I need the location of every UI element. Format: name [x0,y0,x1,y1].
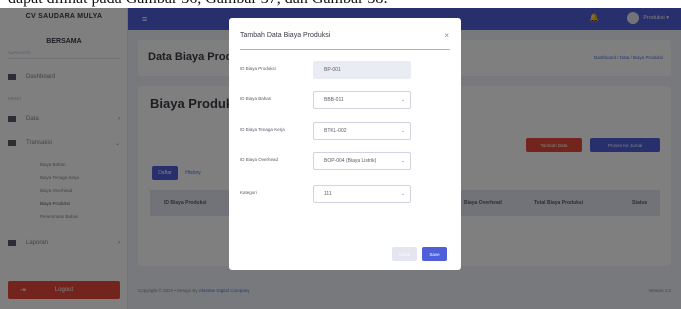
chevron-down-icon: ⌄ [400,97,405,103]
chevron-down-icon: ⌄ [400,128,405,134]
modal-header-divider [240,49,450,50]
save-button-label: Save [429,251,440,257]
chevron-down-icon: ⌄ [400,158,405,164]
field-id-biaya-produksi: ID Biaya Produksi BP-001 [240,61,450,79]
select-value: BTKL-002 [324,128,347,134]
field-label: ID Biaya Tenaga Kerja [240,127,285,132]
select-value: BBB-011 [324,97,344,103]
save-button[interactable]: Save [422,247,447,261]
field-id-biaya-overhead: ID Biaya Overhead BOP-004 (Biaya Listrik… [240,152,450,170]
id-biaya-overhead-select[interactable]: BOP-004 (Biaya Listrik) ⌄ [313,152,411,170]
modal-title: Tambah Data Biaya Produksi [240,32,331,39]
field-label: Kategori [240,190,257,195]
field-id-biaya-tenaga-kerja: ID Biaya Tenaga Kerja BTKL-002 ⌄ [240,122,450,140]
close-button-label: Close [398,251,411,257]
field-label: ID Biaya Produksi [240,66,276,71]
id-biaya-tenaga-kerja-select[interactable]: BTKL-002 ⌄ [313,122,411,140]
select-value: 111 [324,191,332,197]
caption-text: dapat dilihat pada Gambar 36, Gambar 37,… [8,0,388,8]
field-id-biaya-bahan: ID Biaya Bahan BBB-011 ⌄ [240,91,450,109]
add-production-cost-modal: Tambah Data Biaya Produksi × ID Biaya Pr… [229,18,461,270]
close-icon[interactable]: × [444,31,449,40]
field-label: ID Biaya Bahan [240,96,272,101]
document-caption: dapat dilihat pada Gambar 36, Gambar 37,… [0,0,681,8]
select-value: BOP-004 (Biaya Listrik) [324,158,377,164]
field-kategori: Kategori 111 ⌄ [240,185,450,203]
chevron-down-icon: ⌄ [400,191,405,197]
id-biaya-produksi-input[interactable]: BP-001 [313,61,411,79]
field-label: ID Biaya Overhead [240,157,279,162]
kategori-select[interactable]: 111 ⌄ [313,185,411,203]
id-biaya-bahan-select[interactable]: BBB-011 ⌄ [313,91,411,109]
close-button[interactable]: Close [392,247,417,261]
